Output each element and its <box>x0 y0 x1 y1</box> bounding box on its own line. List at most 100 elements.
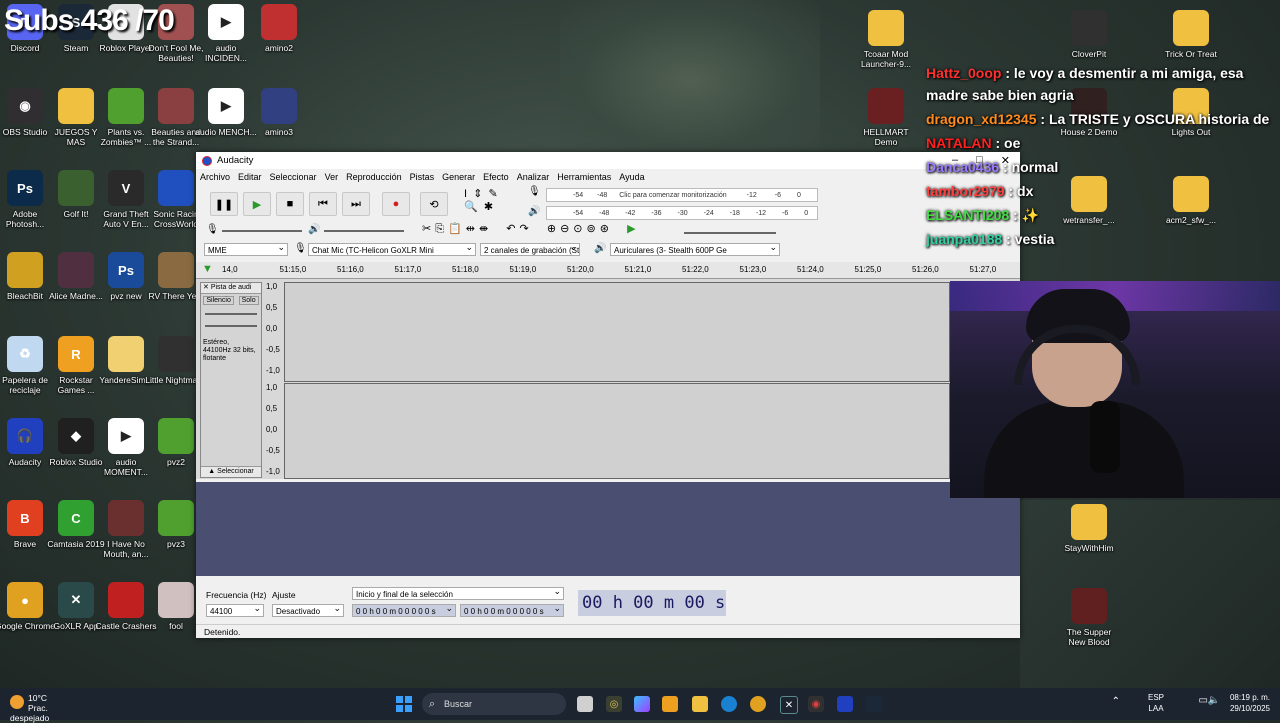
desktop-icon[interactable]: The Supper New Blood <box>1058 588 1120 647</box>
fit-selection-icon[interactable]: ⊙ <box>573 223 586 235</box>
output-device-select[interactable]: Auriculares (3- Stealth 600P Ge <box>610 243 780 256</box>
copilot-icon[interactable] <box>634 696 650 712</box>
selection-mode-select[interactable]: Inicio y final de la selección <box>352 587 564 600</box>
search-placeholder: Buscar <box>444 699 473 709</box>
desktop-icon-label: StayWithHim <box>1064 543 1114 553</box>
loop-icon: ⟲ <box>429 198 439 211</box>
menu-item[interactable]: Generar <box>442 172 475 182</box>
cut-icon[interactable]: ✂ <box>422 223 435 235</box>
photo-app-icon[interactable] <box>662 696 678 712</box>
record-meter[interactable]: -54 -48 Clic para comenzar monitorizació… <box>546 188 818 202</box>
redo-icon[interactable]: ↷ <box>520 223 533 235</box>
trim-icon[interactable]: ⇹ <box>466 223 479 235</box>
desktop-icon-image: ✕ <box>58 582 94 618</box>
edge-icon[interactable] <box>721 696 737 712</box>
menu-item[interactable]: Efecto <box>483 172 509 182</box>
multi-tool-icon[interactable]: ✱ <box>484 201 493 213</box>
selection-tool-icon[interactable]: I <box>464 188 467 200</box>
pause-button[interactable]: ❚❚ <box>210 192 238 216</box>
menu-item[interactable]: Pistas <box>410 172 435 182</box>
track-name[interactable]: Pista de audi <box>211 284 251 291</box>
desktop-icon[interactable]: CloverPit <box>1058 10 1120 59</box>
language-indicator[interactable]: ESP LAA <box>1148 692 1164 714</box>
menu-item[interactable]: Herramientas <box>557 172 611 182</box>
tray-expand-icon[interactable]: ⌃ <box>1112 696 1120 707</box>
audacity-icon <box>202 155 212 166</box>
fit-project-icon[interactable]: ⊚ <box>587 223 600 235</box>
chrome-icon[interactable] <box>750 696 766 712</box>
waveform-right-channel[interactable] <box>284 383 950 479</box>
start-button[interactable] <box>396 696 412 712</box>
play-button[interactable]: ▶ <box>243 192 271 216</box>
volume-icon[interactable]: 🔈 <box>1208 695 1220 706</box>
skip-end-button[interactable]: ⏭ <box>342 192 370 216</box>
menu-item[interactable]: Analizar <box>517 172 550 182</box>
goxlr-icon[interactable]: ✕ <box>780 696 798 714</box>
gain-slider[interactable] <box>205 313 257 315</box>
selection-end-time[interactable]: 0 0 h 0 0 m 0 0 0 0 0 s <box>460 604 564 617</box>
copy-icon[interactable]: ⎘ <box>435 223 448 235</box>
play-speed-slider[interactable] <box>684 232 776 234</box>
tools-panel: I ⇕ ✎ 🔍 ✱ <box>464 187 498 213</box>
system-tray: ⌃ ESP LAA ▭ 🔈 08:19 p. m. 29/10/2025 <box>1112 692 1270 714</box>
playback-volume-slider[interactable] <box>324 230 404 232</box>
desktop-icon-image <box>158 418 194 454</box>
zoom-out-icon[interactable]: ⊖ <box>560 223 573 235</box>
desktop-icon[interactable]: Tcoaar Mod Launcher-9... <box>855 10 917 69</box>
waveform-left-channel[interactable] <box>284 282 950 382</box>
widget-app-icon[interactable]: ◎ <box>606 696 622 712</box>
chat-message: NATALAN : oe <box>926 132 1280 154</box>
stop-button[interactable]: ■ <box>276 192 304 216</box>
input-device-select[interactable]: Chat Mic (TC-Helicon GoXLR Mini <box>308 243 476 256</box>
silence-icon[interactable]: ⇼ <box>479 223 492 235</box>
loop-button[interactable]: ⟲ <box>420 192 448 216</box>
mute-button[interactable]: Silencio <box>203 296 234 305</box>
file-explorer-icon[interactable] <box>692 696 708 712</box>
undo-icon[interactable]: ↶ <box>506 223 519 235</box>
empty-track-area[interactable] <box>196 482 1020 576</box>
menu-item[interactable]: Seleccionar <box>270 172 317 182</box>
selection-start-time[interactable]: 0 0 h 0 0 m 0 0 0 0 0 s <box>352 604 456 617</box>
desktop-icon[interactable]: Trick Or Treat <box>1160 10 1222 59</box>
ruler-label: 51:23,0 <box>739 265 767 274</box>
desktop-icon[interactable]: amino3 <box>248 88 310 137</box>
menu-item[interactable]: Ayuda <box>619 172 644 182</box>
playback-meter[interactable]: -54 -48 -42 -36 -30 -24 -18 -12 -6 0 <box>546 206 818 220</box>
zoom-in-icon[interactable]: ⊕ <box>547 223 560 235</box>
zoom-tool-icon[interactable]: 🔍 <box>464 201 478 213</box>
menu-item[interactable]: Editar <box>238 172 262 182</box>
chat-message: Hattz_0oop : le voy a desmentir a mi ami… <box>926 62 1280 106</box>
draw-tool-icon[interactable]: ✎ <box>489 188 498 200</box>
pan-slider[interactable] <box>205 325 257 327</box>
taskbar-search[interactable]: ⌕ Buscar <box>422 693 566 715</box>
desktop-icon[interactable]: StayWithHim <box>1058 504 1120 553</box>
paste-icon[interactable]: 📋 <box>448 223 466 235</box>
solo-button[interactable]: Solo <box>238 296 259 305</box>
rate-select[interactable]: 44100 <box>206 604 264 617</box>
host-select[interactable]: MME <box>204 243 288 256</box>
envelope-tool-icon[interactable]: ⇕ <box>473 188 482 200</box>
weather-widget[interactable]: 10°C Prac. despejado <box>10 693 71 723</box>
menu-item[interactable]: Archivo <box>200 172 230 182</box>
audacity-taskbar-icon[interactable] <box>837 696 853 712</box>
steam-taskbar-icon[interactable] <box>866 696 882 712</box>
play-at-speed-icon[interactable]: ▶ <box>627 223 639 235</box>
select-button[interactable]: ▲ Seleccionar <box>201 466 261 477</box>
desktop-icon[interactable]: HELLMART Demo <box>855 88 917 147</box>
input-device-icon: 🎙 <box>294 243 307 254</box>
task-view-icon[interactable] <box>577 696 593 712</box>
audio-position-time[interactable]: 00 h 00 m 00 s <box>578 590 726 616</box>
desktop-icon[interactable]: amino2 <box>248 4 310 53</box>
obs-icon[interactable]: ◉ <box>808 696 824 712</box>
snap-select[interactable]: Desactivado <box>272 604 344 617</box>
record-button[interactable]: ● <box>382 192 410 216</box>
menu-item[interactable]: Reproducción <box>346 172 402 182</box>
record-volume-slider[interactable] <box>222 230 302 232</box>
track-close-icon[interactable]: ✕ <box>203 284 209 291</box>
skip-start-button[interactable]: ⏮ <box>309 192 337 216</box>
clock[interactable]: 08:19 p. m. 29/10/2025 <box>1230 692 1270 714</box>
channels-select[interactable]: 2 canales de grabación (Ster <box>480 243 580 256</box>
timeline-ruler[interactable]: ▼ 14,0 51:15,0 51:16,0 51:17,0 51:18,0 51:19,… <box>196 262 1020 279</box>
menu-item[interactable]: Ver <box>325 172 339 182</box>
zoom-toggle-icon[interactable]: ⊛ <box>600 223 613 235</box>
